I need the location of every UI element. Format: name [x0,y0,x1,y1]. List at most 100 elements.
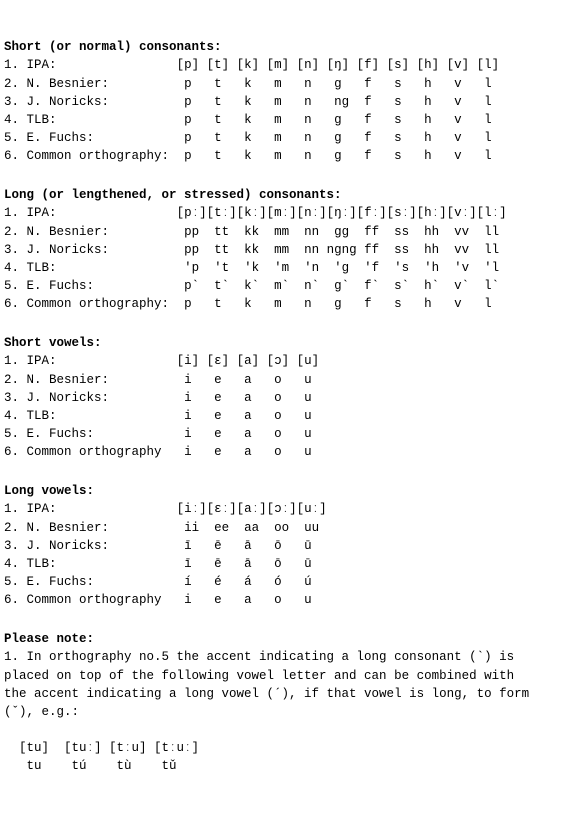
row-num: 5. [4,575,19,589]
note-line: the accent indicating a long vowel (´), … [4,687,529,701]
note-example-orth: tu tú tù tǔ [4,759,177,773]
row-num: 3. [4,539,19,553]
row-num: 4. [4,261,19,275]
note-example-ipa: [tu] [tuː] [tːu] [tːuː] [4,741,199,755]
row-num: 4. [4,113,19,127]
section-short-consonants: Short (or normal) consonants: 1. IPA: [p… [4,38,569,165]
row-num: 6. [4,297,19,311]
row-cells: 'p 't 'k 'm 'n 'g 'f 's 'h 'v 'l [177,261,507,275]
row-cells: p t k m n g f s h v l [177,77,500,91]
row-cells: i e a o u [177,445,320,459]
row: 4. TLB: i e a o u [4,409,319,423]
row-label: E. Fuchs: [27,279,177,293]
row: 5. E. Fuchs: p` t` k` m` n` g` f` s` h` … [4,279,507,293]
row-num: 2. [4,373,19,387]
row-cells: p t k m n g f s h v l [177,297,500,311]
row-num: 5. [4,131,19,145]
row-cells: i e a o u [177,593,327,607]
row-num: 6. [4,445,19,459]
row: 6. Common orthography i e a o u [4,593,327,607]
row: 4. TLB: p t k m n g f s h v l [4,113,499,127]
row-num: 3. [4,391,19,405]
row: 6. Common orthography i e a o u [4,445,319,459]
row-label: TLB: [27,557,177,571]
row-cells: pp tt kk mm nn ngng ff ss hh vv ll [177,243,507,257]
row-label: IPA: [27,502,177,516]
row-num: 3. [4,95,19,109]
row: 2. N. Besnier: p t k m n g f s h v l [4,77,499,91]
row-cells: [p] [t] [k] [m] [n] [ŋ] [f] [s] [h] [v] … [177,58,500,72]
heading-short-consonants: Short (or normal) consonants: [4,40,222,54]
row: 6. Common orthography: p t k m n g f s h… [4,297,499,311]
row-label: E. Fuchs: [27,575,177,589]
row-cells: [iː][ɛː][aː][ɔː][uː] [177,502,327,516]
row: 3. J. Noricks: p t k m n ng f s h v l [4,95,499,109]
note-line: 1. In orthography no.5 the accent indica… [4,650,514,664]
row: 5. E. Fuchs: p t k m n g f s h v l [4,131,499,145]
row-num: 5. [4,427,19,441]
heading-long-consonants: Long (or lengthened, or stressed) conson… [4,188,342,202]
row-cells: p t k m n ng f s h v l [177,95,500,109]
row-cells: ii ee aa oo uu [177,521,327,535]
row: 2. N. Besnier: pp tt kk mm nn gg ff ss h… [4,225,507,239]
note-line: (ˇ), e.g.: [4,705,79,719]
row-label: E. Fuchs: [27,427,177,441]
row-label: Common orthography: [27,149,177,163]
row-label: IPA: [27,206,177,220]
row: 5. E. Fuchs: í é á ó ú [4,575,327,589]
section-note: Please note: 1. In orthography no.5 the … [4,630,569,775]
row-num: 1. [4,502,19,516]
row-num: 4. [4,409,19,423]
row-label: N. Besnier: [27,373,177,387]
row-cells: ī ē ā ō ū [177,557,327,571]
row-num: 1. [4,354,19,368]
row-num: 4. [4,557,19,571]
row-cells: í é á ó ú [177,575,327,589]
row: 3. J. Noricks: i e a o u [4,391,319,405]
heading-short-vowels: Short vowels: [4,336,102,350]
row-num: 6. [4,149,19,163]
row: 4. TLB: 'p 't 'k 'm 'n 'g 'f 's 'h 'v 'l [4,261,507,275]
row-label: IPA: [27,354,177,368]
row-label: J. Noricks: [27,539,177,553]
row-label: TLB: [27,113,177,127]
row-cells: [pː][tː][kː][mː][nː][ŋː][fː][sː][hː][vː]… [177,206,507,220]
row: 1. IPA: [iː][ɛː][aː][ɔː][uː] [4,502,327,516]
row-label: J. Noricks: [27,243,177,257]
row-num: 2. [4,77,19,91]
row-label: IPA: [27,58,177,72]
row-num: 2. [4,521,19,535]
row: 6. Common orthography: p t k m n g f s h… [4,149,499,163]
row-cells: [i] [ɛ] [a] [ɔ] [u] [177,354,320,368]
section-long-vowels: Long vowels: 1. IPA: [iː][ɛː][aː][ɔː][uː… [4,482,569,609]
heading-long-vowels: Long vowels: [4,484,94,498]
row-cells: i e a o u [177,409,320,423]
section-short-vowels: Short vowels: 1. IPA: [i] [ɛ] [a] [ɔ] [u… [4,334,569,461]
row: 2. N. Besnier: ii ee aa oo uu [4,521,327,535]
row-label: TLB: [27,261,177,275]
row-num: 2. [4,225,19,239]
note-line: placed on top of the following vowel let… [4,669,514,683]
section-long-consonants: Long (or lengthened, or stressed) conson… [4,186,569,313]
row-cells: ī ē ā ō ū [177,539,327,553]
row: 3. J. Noricks: ī ē ā ō ū [4,539,327,553]
row-label: TLB: [27,409,177,423]
row-label: N. Besnier: [27,77,177,91]
row-cells: i e a o u [177,373,320,387]
row-cells: p t k m n g f s h v l [177,149,500,163]
heading-note: Please note: [4,632,94,646]
row-cells: i e a o u [177,427,320,441]
row: 4. TLB: ī ē ā ō ū [4,557,327,571]
row-num: 1. [4,206,19,220]
row-label: J. Noricks: [27,95,177,109]
row-label: J. Noricks: [27,391,177,405]
row: 1. IPA: [p] [t] [k] [m] [n] [ŋ] [f] [s] … [4,58,499,72]
row-label: E. Fuchs: [27,131,177,145]
row-cells: p t k m n g f s h v l [177,131,500,145]
row: 5. E. Fuchs: i e a o u [4,427,319,441]
row: 2. N. Besnier: i e a o u [4,373,319,387]
row: 1. IPA: [pː][tː][kː][mː][nː][ŋː][fː][sː]… [4,206,507,220]
row: 1. IPA: [i] [ɛ] [a] [ɔ] [u] [4,354,319,368]
row-num: 5. [4,279,19,293]
row: 3. J. Noricks: pp tt kk mm nn ngng ff ss… [4,243,507,257]
